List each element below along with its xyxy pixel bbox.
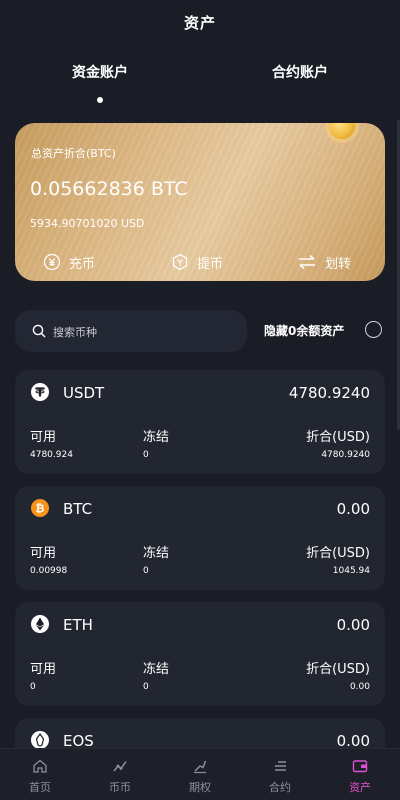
nav-label: 期权 [189, 781, 211, 794]
active-tab-indicator [97, 97, 103, 103]
nav-home[interactable]: 首页 [0, 749, 80, 800]
converted-value: 0.00 [349, 682, 370, 692]
eth-icon [31, 615, 49, 633]
asset-total: 0.00 [336, 500, 370, 518]
hide-zero-toggle[interactable] [365, 321, 382, 338]
home-icon [33, 759, 47, 773]
frozen-header: 冻结 [143, 662, 170, 677]
deposit-label: 充币 [69, 256, 96, 272]
options-icon [194, 760, 207, 774]
deposit-icon [43, 253, 61, 271]
deposit-button[interactable]: 充币 [43, 249, 95, 275]
converted-header: 折合(USD) [306, 546, 370, 561]
hide-zero-label: 隐藏0余额资产 [264, 324, 345, 338]
asset-total: 0.00 [336, 616, 370, 634]
frozen-value: 0 [143, 450, 149, 460]
withdraw-icon [172, 253, 188, 271]
page-title: 资产 [183, 14, 216, 32]
top-bar: 资产 [0, 0, 400, 46]
card-actions: 充币 提币 划转 [15, 249, 385, 275]
frozen-header: 冻结 [143, 430, 170, 445]
app-root: 资产 资金账户 合约账户 总资产折合(BTC) 0.05662836 BTC 5… [0, 0, 400, 800]
asset-card-btc[interactable]: ₿ BTC 0.00 可用 冻结 折合(USD) 0.00998 0 1045.… [15, 486, 385, 590]
nav-label: 资产 [349, 781, 371, 794]
frozen-value: 0 [143, 682, 149, 692]
wallet-icon [352, 760, 368, 773]
nav-spot[interactable]: 币币 [80, 749, 160, 800]
withdraw-label: 提币 [197, 256, 224, 272]
converted-value: 1045.94 [332, 566, 370, 576]
available-value: 0 [30, 682, 36, 692]
svg-text:₿: ₿ [36, 502, 45, 515]
converted-header: 折合(USD) [306, 662, 370, 677]
frozen-header: 冻结 [143, 546, 170, 561]
btc-icon: ₿ [31, 499, 49, 517]
available-header: 可用 [30, 662, 57, 677]
search-icon [32, 324, 46, 338]
search-box[interactable] [15, 310, 247, 354]
account-tabs: 资金账户 合约账户 [0, 62, 400, 106]
search-input[interactable] [51, 310, 235, 354]
tab-contract-account[interactable]: 合约账户 [272, 62, 328, 82]
available-value: 4780.924 [30, 450, 73, 460]
nav-options[interactable]: 期权 [160, 749, 240, 800]
nav-label: 首页 [29, 781, 51, 794]
nav-label: 币币 [109, 781, 131, 794]
usdt-icon [31, 383, 49, 401]
total-assets-card: 总资产折合(BTC) 0.05662836 BTC 5934.90701020 … [15, 123, 385, 281]
asset-card-usdt[interactable]: USDT 4780.9240 可用 冻结 折合(USD) 4780.924 0 … [15, 370, 385, 474]
asset-symbol: USDT [63, 384, 105, 402]
available-header: 可用 [30, 546, 57, 561]
bottom-nav: 首页 币币 期权 合约 资产 [0, 748, 400, 800]
total-btc-value: 0.05662836 BTC [30, 178, 188, 200]
converted-header: 折合(USD) [306, 430, 370, 445]
frozen-value: 0 [143, 566, 149, 576]
transfer-icon [299, 254, 315, 270]
nav-label: 合约 [269, 781, 291, 794]
asset-total: 4780.9240 [288, 384, 370, 402]
spot-icon [113, 761, 127, 772]
asset-symbol: ETH [63, 616, 93, 634]
transfer-button[interactable]: 划转 [297, 249, 351, 275]
contract-icon [275, 761, 286, 771]
converted-value: 4780.9240 [321, 450, 370, 460]
transfer-label: 划转 [325, 256, 352, 272]
total-usd-value: 5934.90701020 USD [30, 217, 145, 230]
asset-card-eth[interactable]: ETH 0.00 可用 冻结 折合(USD) 0 0 0.00 [15, 602, 385, 706]
available-value: 0.00998 [30, 566, 68, 576]
nav-assets[interactable]: 资产 [320, 749, 400, 800]
asset-symbol: BTC [63, 500, 93, 518]
withdraw-button[interactable]: 提币 [171, 249, 223, 275]
tab-funding-account[interactable]: 资金账户 [72, 62, 128, 82]
eos-icon [31, 731, 49, 749]
total-assets-label: 总资产折合(BTC) [31, 147, 116, 160]
nav-contract[interactable]: 合约 [240, 749, 320, 800]
available-header: 可用 [30, 430, 57, 445]
